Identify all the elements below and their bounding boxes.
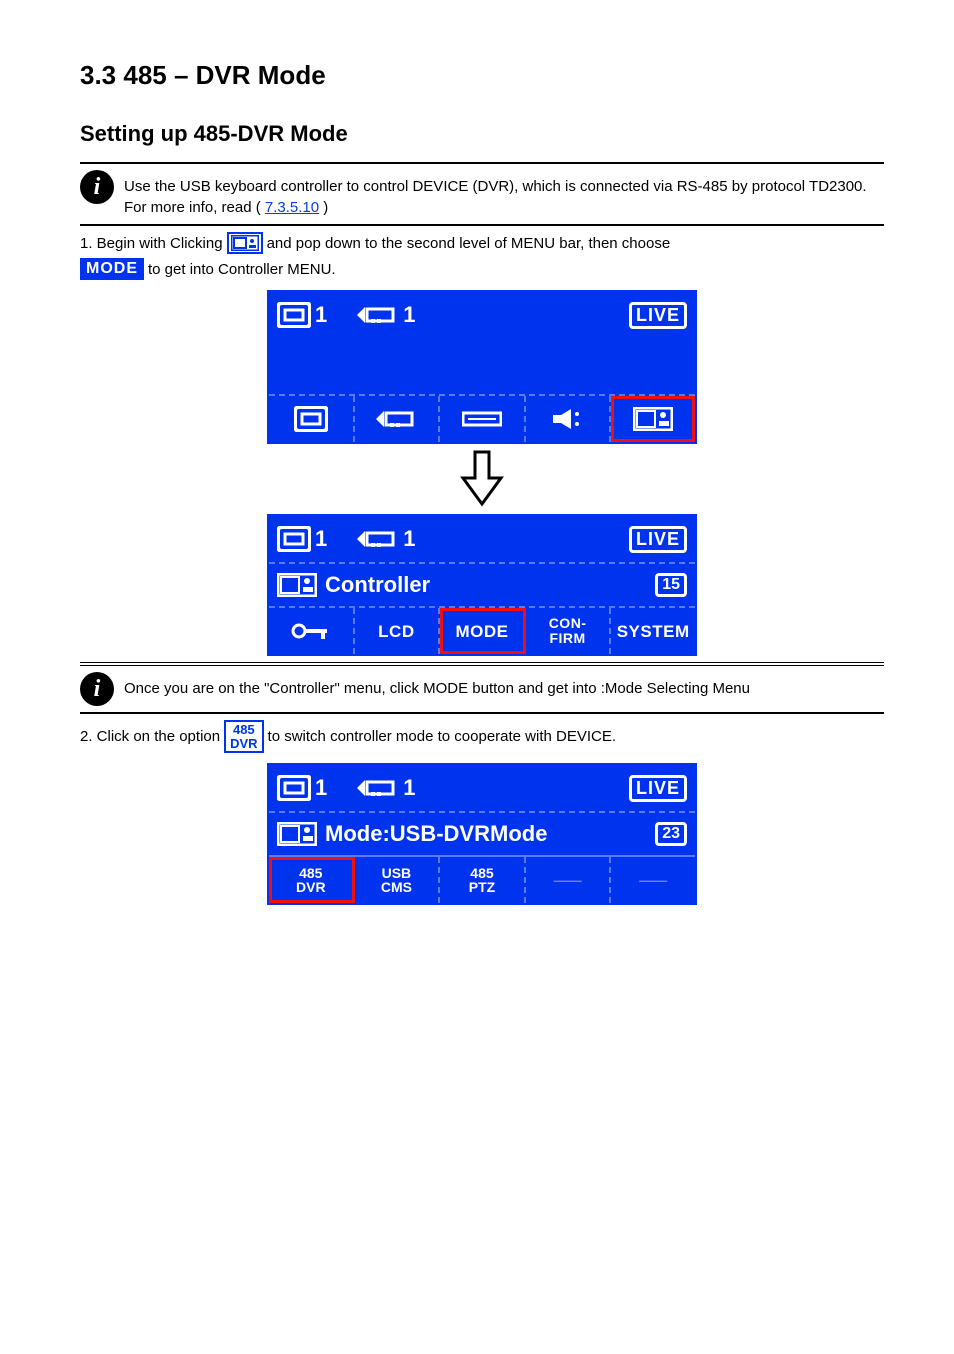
controller-icon-chip — [227, 232, 263, 254]
mode-chip: MODE — [80, 258, 144, 280]
info-text-1: Use the USB keyboard controller to contr… — [124, 170, 884, 218]
intro2-line: 2. Click on the option 485DVR to switch … — [80, 720, 884, 753]
btn-controller[interactable] — [611, 396, 695, 442]
lcd2-status: 1 1 LIVE — [269, 516, 695, 562]
info-block-1: i Use the USB keyboard controller to con… — [80, 170, 884, 218]
lcd2-button-row: LCD MODE CON-FIRM SYSTEM — [269, 606, 695, 654]
lcd-panel-3: 1 1 LIVE Mode:USB-DVRMode 23 485DVR USBC… — [267, 763, 697, 905]
info1-link[interactable]: 7.3.5.10 — [265, 199, 319, 216]
info-text-2: Once you are on the "Controller" menu, c… — [124, 672, 750, 699]
rule-top — [80, 162, 884, 164]
arrow-down-icon — [80, 450, 884, 508]
mode-485-dvr[interactable]: 485DVR — [269, 857, 355, 903]
intro-line1-after: and pop down to the second level of MENU… — [267, 235, 671, 252]
lcd-panel-2: 1 1 LIVE Controller 15 LCD MODE CON-FIRM… — [267, 514, 697, 656]
lcd2-content: Controller 15 — [269, 562, 695, 606]
lcd2-content-label: Controller — [325, 572, 430, 598]
intro-line2-after: to get into Controller MENU. — [148, 261, 336, 278]
lcd2-proj-num: 1 — [403, 526, 415, 552]
btn-speaker[interactable] — [526, 396, 612, 442]
monitor-badge: 1 — [277, 302, 327, 328]
btn-system[interactable]: SYSTEM — [611, 608, 695, 654]
lcd1-gap — [269, 338, 695, 394]
info2-text: Once you are on the "Controller" menu, c… — [124, 680, 750, 697]
monitor-badge-2: 1 — [277, 526, 327, 552]
proj-badge-3: 1 — [355, 775, 415, 801]
controller-icon-2 — [277, 822, 317, 846]
intro-line-2: MODE to get into Controller MENU. — [80, 258, 884, 280]
lcd3-content-badge: 23 — [655, 822, 687, 846]
info-block-2: i Once you are on the "Controller" menu,… — [80, 672, 884, 706]
mode-empty-2: —— — [611, 857, 695, 903]
btn-projector[interactable] — [355, 396, 441, 442]
live-badge-2: LIVE — [629, 526, 687, 553]
lcd3-monitor-num: 1 — [315, 775, 327, 801]
info1-after: ) — [323, 199, 328, 216]
proj-badge-2: 1 — [355, 526, 415, 552]
lcd3-status: 1 1 LIVE — [269, 765, 695, 811]
btn-mode[interactable]: MODE — [440, 608, 526, 654]
info1-before: Use the USB keyboard controller to contr… — [124, 178, 867, 216]
mode-485-ptz[interactable]: 485PTZ — [440, 857, 526, 903]
mode-usb-cms[interactable]: USBCMS — [355, 857, 441, 903]
info-icon: i — [80, 170, 114, 204]
btn-keyboard[interactable] — [440, 396, 526, 442]
controller-icon — [277, 573, 317, 597]
rule-mid-2 — [80, 712, 884, 714]
lcd-panel-1: 1 1 LIVE — [267, 290, 697, 444]
monitor-badge-3: 1 — [277, 775, 327, 801]
lcd3-content: Mode:USB-DVRMode 23 — [269, 811, 695, 855]
lcd1-monitor-num: 1 — [315, 302, 327, 328]
rule-double-1 — [80, 662, 884, 666]
proj-badge: 1 — [355, 302, 415, 328]
intro-line-1: 1. Begin with Clicking and pop down to t… — [80, 232, 884, 254]
btn-confirm-label: CON-FIRM — [549, 616, 587, 645]
lcd3-proj-num: 1 — [403, 775, 415, 801]
info-icon-2: i — [80, 672, 114, 706]
btn-confirm[interactable]: CON-FIRM — [526, 608, 612, 654]
mode-empty-1: —— — [526, 857, 612, 903]
lcd3-content-label: Mode:USB-DVRMode — [325, 821, 547, 847]
page-title: 3.3 485 – DVR Mode — [80, 60, 884, 91]
lcd3-mode-row: 485DVR USBCMS 485PTZ —— —— — [269, 855, 695, 903]
btn-lcd[interactable]: LCD — [355, 608, 441, 654]
intro2-after: to switch controller mode to cooperate w… — [268, 728, 617, 745]
dvr485-chip: 485DVR — [224, 720, 263, 753]
lcd2-monitor-num: 1 — [315, 526, 327, 552]
btn-key[interactable] — [269, 608, 355, 654]
intro2-before: 2. Click on the option — [80, 728, 220, 745]
rule-mid-1 — [80, 224, 884, 226]
lcd2-content-badge: 15 — [655, 573, 687, 597]
section-header: Setting up 485-DVR Mode — [80, 121, 884, 147]
lcd1-button-row — [269, 394, 695, 442]
lcd1-proj-num: 1 — [403, 302, 415, 328]
btn-monitor[interactable] — [269, 396, 355, 442]
live-badge-3: LIVE — [629, 775, 687, 802]
intro-line1-before: 1. Begin with Clicking — [80, 235, 223, 252]
live-badge: LIVE — [629, 302, 687, 329]
lcd1-status: 1 1 LIVE — [269, 292, 695, 338]
